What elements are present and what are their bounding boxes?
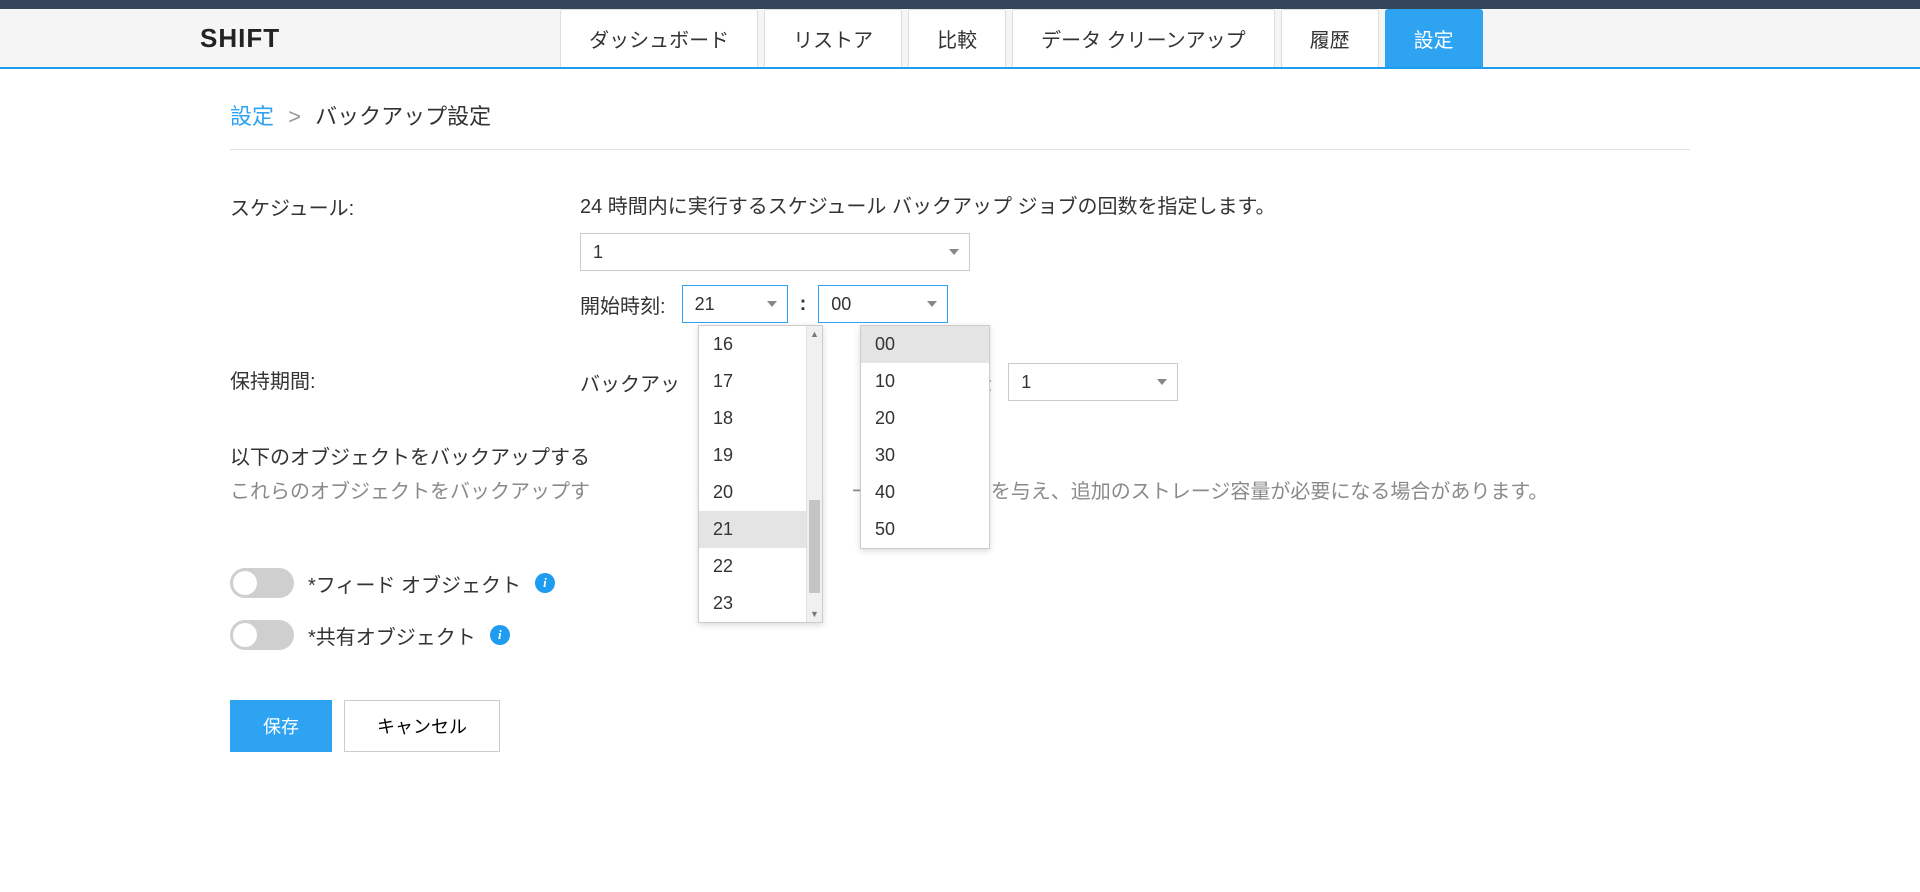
retention-text-prefix: バックアッ — [580, 368, 680, 397]
retention-value: 1 — [1021, 372, 1031, 393]
toggle-feed-label: *フィード オブジェクト — [308, 569, 521, 598]
breadcrumb-separator: > — [288, 104, 301, 129]
chevron-down-icon — [949, 249, 959, 255]
tab-history[interactable]: 履歴 — [1281, 9, 1379, 67]
toggle-shared-objects[interactable] — [230, 620, 294, 650]
start-time-label: 開始時刻: — [580, 290, 666, 319]
retention-select[interactable]: 1 — [1008, 363, 1178, 401]
start-time-row: 開始時刻: 21 : 00 16 — [580, 285, 1690, 323]
breadcrumb: 設定 > バックアップ設定 — [230, 99, 1690, 150]
hour-option[interactable]: 17 — [699, 363, 806, 400]
scroll-thumb[interactable] — [809, 500, 820, 592]
scroll-down-icon[interactable]: ▼ — [807, 606, 822, 622]
time-colon: : — [800, 293, 807, 316]
minute-dropdown: 00 10 20 30 40 50 — [860, 325, 990, 549]
toggle-feed-objects[interactable] — [230, 568, 294, 598]
hour-select[interactable]: 21 — [682, 285, 788, 323]
hour-option[interactable]: 21 — [699, 511, 806, 548]
tab-restore[interactable]: リストア — [764, 9, 902, 67]
tab-cleanup[interactable]: データ クリーンアップ — [1012, 9, 1275, 67]
hour-option[interactable]: 19 — [699, 437, 806, 474]
hour-option[interactable]: 18 — [699, 400, 806, 437]
hour-scrollbar[interactable]: ▲ ▼ — [806, 326, 822, 622]
action-buttons: 保存 キャンセル — [230, 700, 1690, 752]
minute-option[interactable]: 50 — [861, 511, 989, 548]
info-icon[interactable]: i — [535, 573, 555, 593]
chevron-down-icon — [1157, 379, 1167, 385]
toggle-shared-label: *共有オブジェクト — [308, 621, 476, 650]
minute-option[interactable]: 30 — [861, 437, 989, 474]
schedule-label: スケジュール: — [230, 190, 580, 221]
minute-select[interactable]: 00 — [818, 285, 948, 323]
retention-label: 保持期間: — [230, 363, 580, 394]
minute-option[interactable]: 10 — [861, 363, 989, 400]
schedule-section: スケジュール: 24 時間内に実行するスケジュール バックアップ ジョブの回数を… — [230, 190, 1690, 323]
schedule-description: 24 時間内に実行するスケジュール バックアップ ジョブの回数を指定します。 — [580, 190, 1690, 219]
tab-dashboard[interactable]: ダッシュボード — [560, 9, 758, 67]
save-button[interactable]: 保存 — [230, 700, 332, 752]
hour-value: 21 — [695, 294, 715, 315]
schedule-count-select[interactable]: 1 — [580, 233, 970, 271]
info-icon[interactable]: i — [490, 625, 510, 645]
brand-logo: SHIFT — [200, 23, 280, 54]
hour-option[interactable]: 23 — [699, 585, 806, 622]
tab-compare[interactable]: 比較 — [908, 9, 1006, 67]
scroll-up-icon[interactable]: ▲ — [807, 326, 822, 342]
window-top-bar — [0, 0, 1920, 9]
breadcrumb-link-settings[interactable]: 設定 — [230, 104, 274, 129]
hour-option[interactable]: 22 — [699, 548, 806, 585]
minute-option[interactable]: 00 — [861, 326, 989, 363]
chevron-down-icon — [767, 301, 777, 307]
toggle-shared-objects-row: *共有オブジェクト i — [230, 620, 1690, 650]
schedule-count-value: 1 — [593, 242, 603, 263]
chevron-down-icon — [927, 301, 937, 307]
breadcrumb-current: バックアップ設定 — [315, 104, 491, 129]
cancel-button[interactable]: キャンセル — [344, 700, 500, 752]
tab-settings[interactable]: 設定 — [1385, 9, 1483, 67]
minute-option[interactable]: 20 — [861, 400, 989, 437]
toggle-feed-objects-row: *フィード オブジェクト i — [230, 568, 1690, 598]
hour-option[interactable]: 16 — [699, 326, 806, 363]
page-content: 設定 > バックアップ設定 スケジュール: 24 時間内に実行するスケジュール … — [0, 69, 1920, 792]
hour-dropdown: 16 17 18 19 20 21 22 23 ▲ — [698, 325, 823, 623]
hour-option[interactable]: 20 — [699, 474, 806, 511]
minute-option[interactable]: 40 — [861, 474, 989, 511]
minute-value: 00 — [831, 294, 851, 315]
header-bar: SHIFT ダッシュボード リストア 比較 データ クリーンアップ 履歴 設定 — [0, 9, 1920, 69]
main-tabs: ダッシュボード リストア 比較 データ クリーンアップ 履歴 設定 — [560, 9, 1483, 67]
